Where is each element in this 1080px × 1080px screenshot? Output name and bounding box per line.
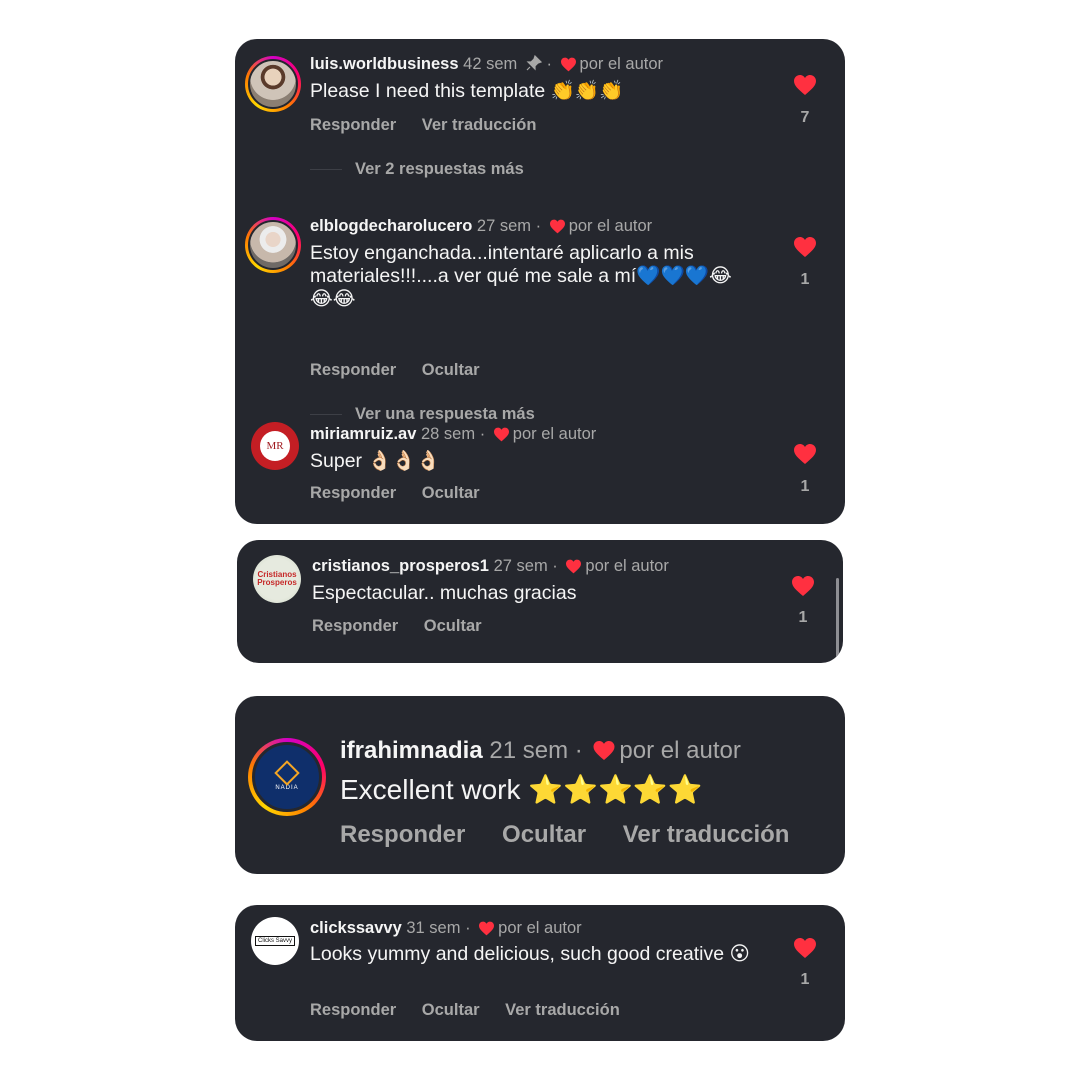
- comments-card-3: NADIA ifrahimnadia 21 sem · por el autor…: [235, 696, 845, 874]
- avatar-logo-text: Cristianos Prosperos: [257, 570, 297, 587]
- like-heart-icon[interactable]: [793, 937, 817, 959]
- author-liked-heart-icon: [592, 740, 616, 768]
- like-count: 1: [800, 478, 810, 495]
- comment-text: Looks yummy and delicious, such good cre…: [310, 943, 750, 965]
- comments-card-4: Clicks Savvy clickssavvy 31 sem · por el…: [235, 905, 845, 1041]
- avatar[interactable]: NADIA: [248, 738, 326, 816]
- replies-divider: [310, 414, 342, 416]
- hide-button[interactable]: Ocultar: [422, 361, 480, 379]
- like-heart-icon[interactable]: [793, 443, 817, 465]
- reply-button[interactable]: Responder: [310, 116, 396, 134]
- view-replies-label: Ver 2 respuestas más: [355, 160, 524, 178]
- reply-button[interactable]: Responder: [340, 821, 465, 848]
- separator: ·: [546, 55, 552, 73]
- timestamp: 42 sem: [463, 55, 518, 73]
- author-label: por el autor: [619, 737, 741, 764]
- like-count: 7: [800, 109, 810, 126]
- avatar[interactable]: Clicks Savvy: [251, 917, 299, 965]
- comments-card-1: luis.worldbusiness 42 sem · por el autor…: [235, 39, 845, 524]
- comment-actions: Responder Ocultar: [312, 617, 503, 636]
- separator: ·: [552, 557, 558, 575]
- username[interactable]: ifrahimnadia: [340, 737, 483, 764]
- avatar[interactable]: [245, 56, 301, 112]
- avatar[interactable]: Cristianos Prosperos: [253, 555, 301, 603]
- avatar-monogram: MR: [260, 431, 290, 461]
- like-count: 1: [800, 971, 810, 988]
- author-label: por el autor: [498, 919, 582, 937]
- comment-text: Please I need this template 👏👏👏: [310, 80, 624, 102]
- comment-actions: Responder Ver traducción: [310, 116, 557, 135]
- comments-card-2: Cristianos Prosperos cristianos_prospero…: [237, 540, 843, 663]
- comment-meta: cristianos_prosperos1 27 sem · por el au…: [312, 556, 669, 579]
- timestamp: 27 sem: [493, 557, 548, 575]
- comment-actions: Responder Ocultar Ver traducción: [310, 1001, 641, 1020]
- timestamp: 21 sem: [489, 737, 569, 764]
- comment-meta: ifrahimnadia 21 sem · por el autor: [340, 737, 741, 768]
- timestamp: 28 sem: [420, 425, 476, 443]
- comment-meta: miriamruiz.av 28 sem · por el autor: [310, 424, 596, 447]
- comment-meta: luis.worldbusiness 42 sem · por el autor: [310, 54, 663, 77]
- author-label: por el autor: [585, 557, 669, 575]
- comment-actions: Responder Ocultar: [310, 361, 501, 380]
- separator: ·: [479, 425, 486, 443]
- replies-divider: [310, 169, 342, 171]
- comment-text: Excellent work ⭐⭐⭐⭐⭐: [340, 774, 703, 805]
- translate-button[interactable]: Ver traducción: [623, 821, 790, 848]
- reply-button[interactable]: Responder: [310, 361, 396, 379]
- timestamp: 27 sem: [476, 217, 531, 235]
- comment-meta: clickssavvy 31 sem · por el autor: [310, 918, 582, 941]
- scrollbar[interactable]: [836, 578, 839, 660]
- username[interactable]: clickssavvy: [310, 919, 402, 937]
- reply-button[interactable]: Responder: [310, 484, 396, 502]
- avatar-logo-text: Clicks Savvy: [254, 936, 295, 946]
- reply-button[interactable]: Responder: [310, 1001, 396, 1019]
- comment-text: Espectacular.. muchas gracias: [312, 582, 577, 604]
- hide-button[interactable]: Ocultar: [422, 484, 480, 502]
- avatar-logo: NADIA: [274, 759, 300, 791]
- comment-meta: elblogdecharolucero 27 sem · por el auto…: [310, 216, 652, 239]
- author-liked-heart-icon: [560, 57, 577, 77]
- author-liked-heart-icon: [493, 427, 510, 447]
- hide-button[interactable]: Ocultar: [502, 821, 586, 848]
- separator: ·: [574, 737, 583, 764]
- author-label: por el autor: [579, 55, 663, 73]
- separator: ·: [465, 919, 471, 937]
- comment-text: Super 👌🏻👌🏻👌🏻: [310, 450, 441, 472]
- comment-actions: Responder Ocultar: [310, 484, 501, 503]
- like-heart-icon[interactable]: [793, 74, 817, 96]
- username[interactable]: elblogdecharolucero: [310, 217, 472, 235]
- author-liked-heart-icon: [549, 219, 566, 239]
- author-liked-heart-icon: [478, 921, 495, 941]
- like-heart-icon[interactable]: [791, 575, 815, 597]
- author-label: por el autor: [568, 217, 653, 235]
- reply-button[interactable]: Responder: [312, 617, 398, 635]
- username[interactable]: miriamruiz.av: [310, 425, 416, 443]
- avatar[interactable]: [245, 217, 301, 273]
- username[interactable]: luis.worldbusiness: [310, 55, 459, 73]
- author-label: por el autor: [512, 425, 597, 443]
- timestamp: 31 sem: [406, 919, 461, 937]
- translate-button[interactable]: Ver traducción: [422, 116, 537, 134]
- hide-button[interactable]: Ocultar: [424, 617, 482, 635]
- comment-actions: Responder Ocultar Ver traducción: [340, 821, 819, 849]
- view-replies-label: Ver una respuesta más: [355, 405, 535, 423]
- username[interactable]: cristianos_prosperos1: [312, 557, 489, 575]
- view-replies-button[interactable]: Ver 2 respuestas más: [310, 160, 524, 179]
- translate-button[interactable]: Ver traducción: [505, 1001, 620, 1019]
- author-liked-heart-icon: [565, 559, 582, 579]
- separator: ·: [535, 217, 542, 235]
- comment-text: Estoy enganchada...intentaré aplicarlo a…: [310, 242, 732, 310]
- like-count: 1: [800, 271, 810, 288]
- like-count: 1: [798, 609, 808, 626]
- avatar[interactable]: MR: [251, 422, 299, 470]
- view-replies-button[interactable]: Ver una respuesta más: [310, 405, 535, 424]
- pin-icon: [526, 54, 542, 76]
- like-heart-icon[interactable]: [793, 236, 817, 258]
- hide-button[interactable]: Ocultar: [422, 1001, 480, 1019]
